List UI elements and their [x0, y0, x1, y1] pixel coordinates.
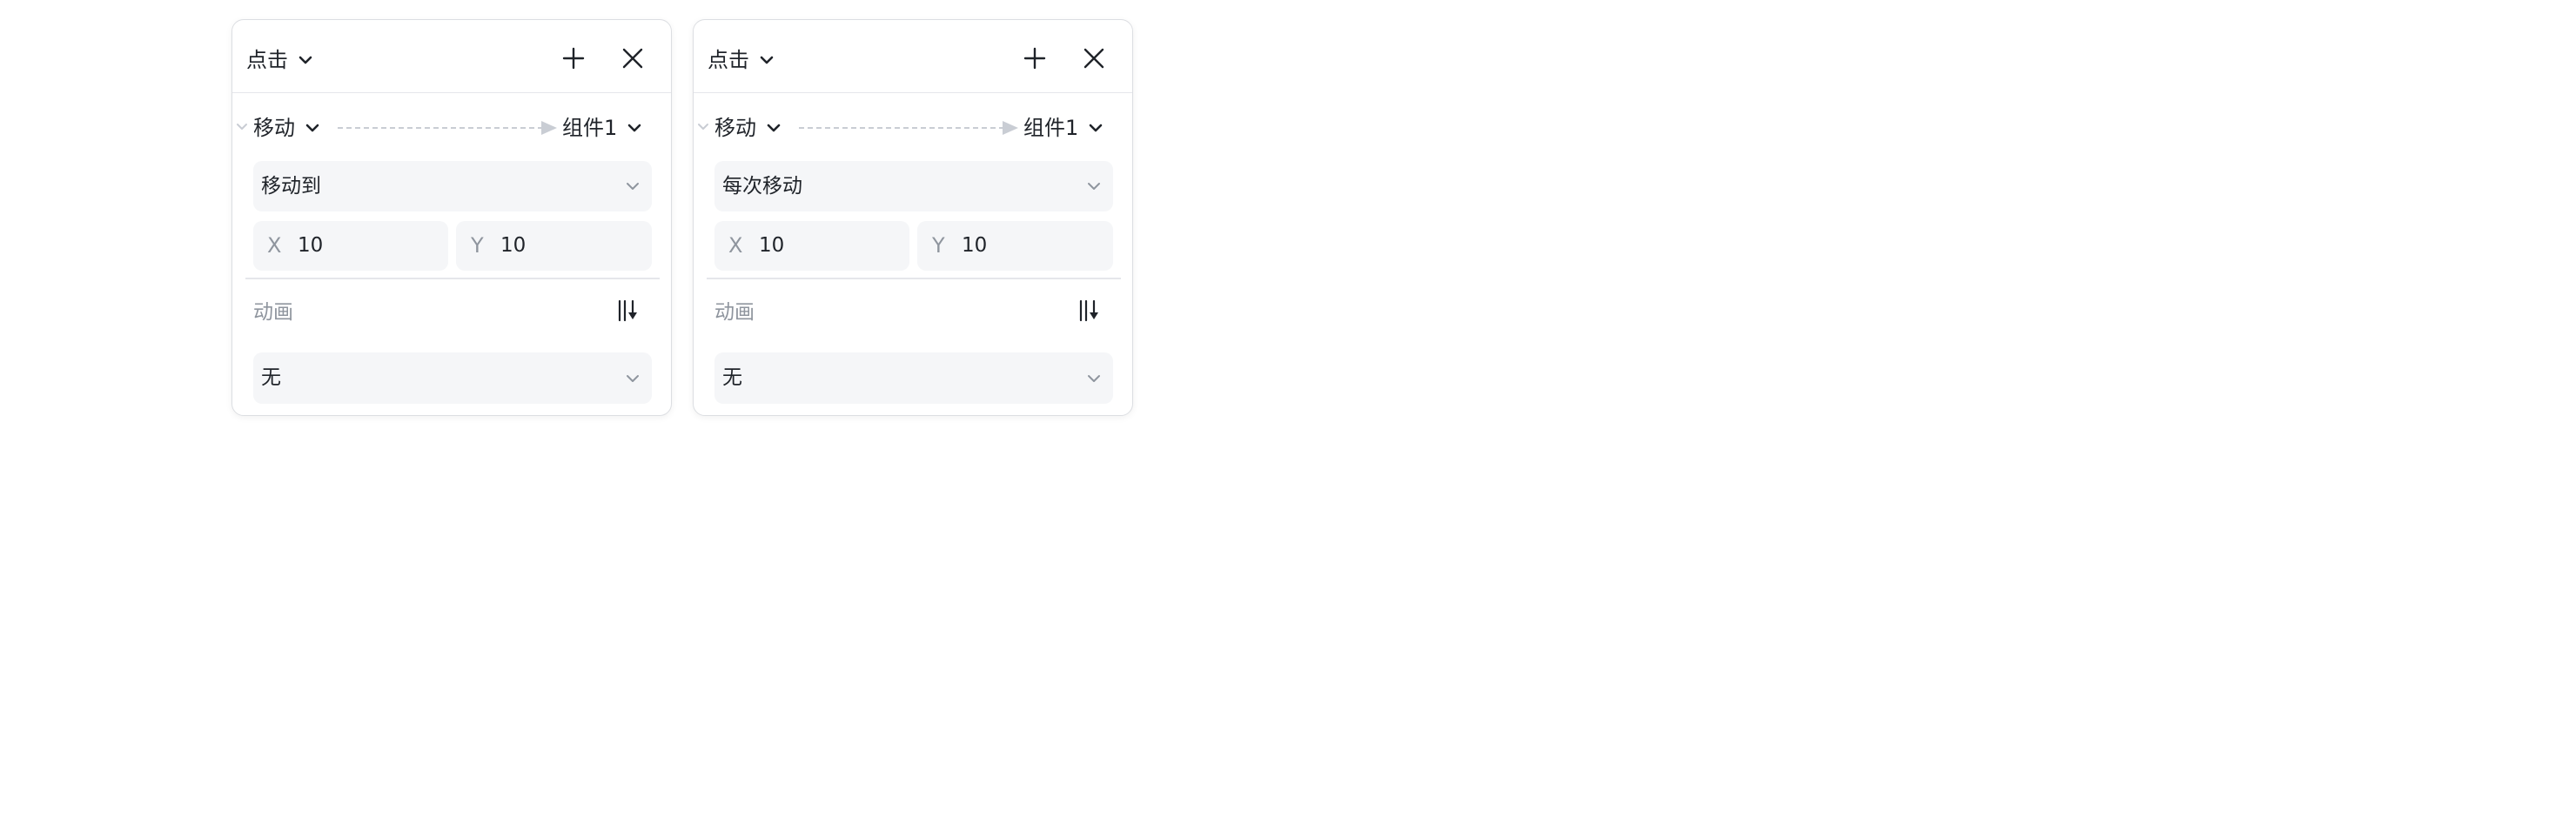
chevron-down-icon[interactable]	[236, 121, 248, 133]
chevron-down-icon	[767, 124, 781, 132]
animation-select[interactable]: 无	[714, 352, 1113, 404]
interaction-panel-1: 点击 移动 组件1 移动到 X 10 Y 10 动画 无	[231, 19, 672, 416]
action-row: 移动 组件1	[232, 112, 671, 144]
chevron-down-icon	[1088, 183, 1100, 190]
animation-value: 无	[722, 366, 742, 389]
move-mode-select[interactable]: 移动到	[253, 161, 652, 211]
chevron-down-icon	[299, 56, 312, 64]
x-label: X	[267, 233, 282, 258]
interaction-panel-2: 点击 移动 组件1 每次移动 X 10 Y 10 动画 无	[693, 19, 1133, 416]
y-value: 10	[962, 234, 988, 257]
trigger-label: 点击	[246, 48, 288, 72]
chevron-down-icon	[760, 56, 774, 64]
trigger-label: 点击	[708, 48, 749, 72]
add-button[interactable]	[1023, 46, 1047, 70]
divider	[707, 278, 1121, 279]
x-input[interactable]: X 10	[714, 221, 909, 271]
trigger-select[interactable]: 点击	[246, 44, 312, 76]
action-select[interactable]: 移动	[253, 112, 319, 144]
close-button[interactable]	[621, 46, 645, 70]
close-button[interactable]	[1082, 46, 1106, 70]
chevron-down-icon	[627, 124, 641, 132]
plus-icon	[562, 47, 585, 70]
animation-settings-icon[interactable]	[1077, 298, 1103, 324]
animation-settings-icon[interactable]	[615, 298, 641, 324]
close-icon	[622, 48, 643, 69]
dashed-arrow-icon	[799, 121, 1018, 135]
add-button[interactable]	[561, 46, 586, 70]
move-mode-value: 每次移动	[722, 175, 802, 198]
x-value: 10	[298, 234, 324, 257]
target-select[interactable]: 组件1	[562, 112, 641, 144]
chevron-down-icon	[305, 124, 319, 132]
y-value: 10	[500, 234, 527, 257]
trigger-select[interactable]: 点击	[708, 44, 774, 76]
move-mode-select[interactable]: 每次移动	[714, 161, 1113, 211]
target-select[interactable]: 组件1	[1023, 112, 1103, 144]
x-input[interactable]: X 10	[253, 221, 448, 271]
action-label: 移动	[714, 116, 756, 140]
interaction-panels: 点击 移动 组件1 移动到 X 10 Y 10 动画 无 点击 移动 组件1 每…	[0, 0, 1365, 437]
animation-select[interactable]: 无	[253, 352, 652, 404]
target-label: 组件1	[1023, 116, 1079, 140]
dashed-arrow-icon	[338, 121, 557, 135]
action-row: 移动 组件1	[694, 112, 1132, 144]
chevron-down-icon[interactable]	[697, 121, 709, 133]
move-mode-value: 移动到	[261, 175, 321, 198]
chevron-down-icon	[1089, 124, 1103, 132]
target-label: 组件1	[562, 116, 618, 140]
divider	[245, 278, 660, 279]
y-input[interactable]: Y 10	[456, 221, 652, 271]
animation-label: 动画	[253, 301, 293, 324]
x-value: 10	[759, 234, 785, 257]
action-label: 移动	[253, 116, 295, 140]
animation-label: 动画	[714, 301, 755, 324]
y-label: Y	[471, 233, 484, 258]
close-icon	[1083, 48, 1104, 69]
chevron-down-icon	[627, 375, 639, 382]
x-label: X	[728, 233, 743, 258]
chevron-down-icon	[1088, 375, 1100, 382]
plus-icon	[1023, 47, 1046, 70]
panel-header: 点击	[232, 20, 671, 93]
y-input[interactable]: Y 10	[917, 221, 1113, 271]
y-label: Y	[932, 233, 945, 258]
action-select[interactable]: 移动	[714, 112, 781, 144]
panel-header: 点击	[694, 20, 1132, 93]
chevron-down-icon	[627, 183, 639, 190]
animation-value: 无	[261, 366, 281, 389]
